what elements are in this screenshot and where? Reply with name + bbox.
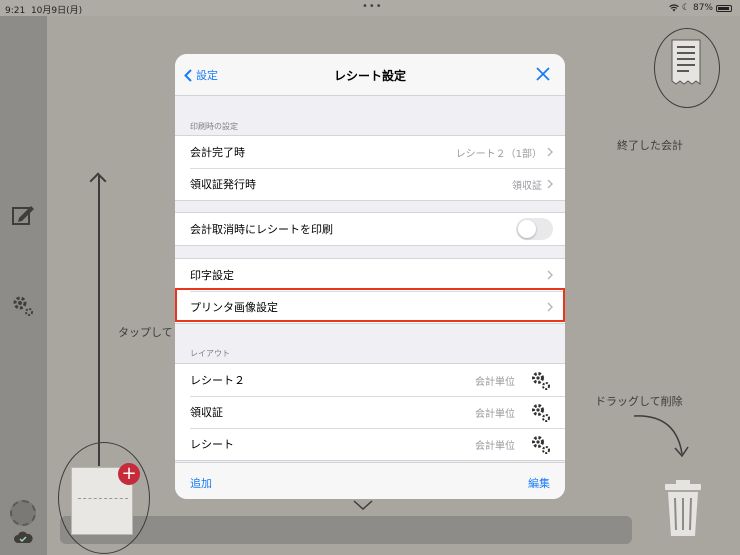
row-label: プリンタ画像設定 [190,301,278,314]
print-settings-row[interactable]: 印字設定 [175,259,565,291]
moon-icon: ☾ [681,3,690,13]
row-label: レシート [190,438,234,451]
row-label: 領収証 [190,406,223,419]
row-value: 会計単位 [475,408,515,420]
cloud-sync-icon [14,531,33,543]
row-label: レシート２ [190,374,245,387]
trash-icon[interactable] [662,478,704,538]
layout-row[interactable]: 領収証 会計単位 [175,396,565,428]
row-value: レシート２（1部） [455,148,542,160]
layout-group: レシート２ 会計単位 領収証 会計単位 レシート 会計単位 [175,363,565,461]
receipt-settings-modal: 設定 レシート設定 印刷時の設定 会計完了時 レシート２（1部） 領収証発行時 … [175,54,565,499]
wifi-icon [669,4,679,12]
page-title: レシート設定 [333,69,406,83]
swipe-up-arrow [98,176,100,466]
drag-to-delete-label: ドラッグして削除 [595,395,683,408]
bottom-toolbar: 追加 編集 [175,462,565,499]
add-button[interactable]: 追加 [190,475,212,491]
row-label: 印字設定 [190,269,234,282]
chevron-right-icon [547,270,553,280]
row-label: 会計取消時にレシートを印刷 [190,223,333,236]
on-receipt-issue-row[interactable]: 領収証発行時 領収証 [175,168,565,200]
cancel-print-row: 会計取消時にレシートを印刷 [175,213,565,245]
edit-button[interactable]: 編集 [528,475,550,491]
multitasking-dots[interactable]: ••• [362,1,383,12]
add-ticket-button[interactable]: + [118,463,140,485]
nav-bar: 設定 レシート設定 [175,54,565,96]
row-value: 会計単位 [475,440,515,452]
finished-receipts-label: 終了した会計 [617,139,683,152]
tap-hint-label: タップして [118,326,173,339]
chevron-right-icon [547,147,553,157]
gear-icon[interactable] [10,292,36,318]
row-value: 領収証 [512,180,542,192]
layout-header: レイアウト [190,349,230,358]
status-bar: 9:21 10月9日(月) ••• ☾ 87% [0,0,740,16]
chevron-right-icon [547,179,553,189]
print-timing-header: 印刷時の設定 [190,122,238,131]
status-time: 9:21 10月9日(月) [5,6,83,16]
print-timing-group: 会計完了時 レシート２（1部） 領収証発行時 領収証 [175,135,565,201]
edit-icon[interactable] [10,202,36,228]
on-checkout-row[interactable]: 会計完了時 レシート２（1部） [175,136,565,168]
layout-row[interactable]: レシート２ 会計単位 [175,364,565,396]
settings-group: 印字設定 プリンタ画像設定 [175,258,565,324]
avatar[interactable] [10,500,36,526]
row-label: 会計完了時 [190,146,245,159]
printer-image-settings-row[interactable]: プリンタ画像設定 [175,291,565,323]
chevron-right-icon [547,302,553,312]
battery-icon [716,4,732,12]
gear-icon[interactable] [530,370,552,392]
layout-row[interactable]: レシート 会計単位 [175,428,565,460]
gear-icon[interactable] [530,402,552,424]
receipt-icon [671,39,701,85]
sidebar [0,16,47,555]
row-label: 領収証発行時 [190,178,256,191]
status-right: ☾ 87% [669,3,732,13]
close-icon[interactable] [535,66,551,82]
gear-icon[interactable] [530,434,552,456]
cancel-print-toggle[interactable] [516,218,553,240]
drag-curve-arrow [633,415,689,458]
cancel-print-group: 会計取消時にレシートを印刷 [175,212,565,246]
row-value: 会計単位 [475,376,515,388]
battery-percent: 87% [692,3,713,13]
chevron-down-icon [353,500,373,511]
